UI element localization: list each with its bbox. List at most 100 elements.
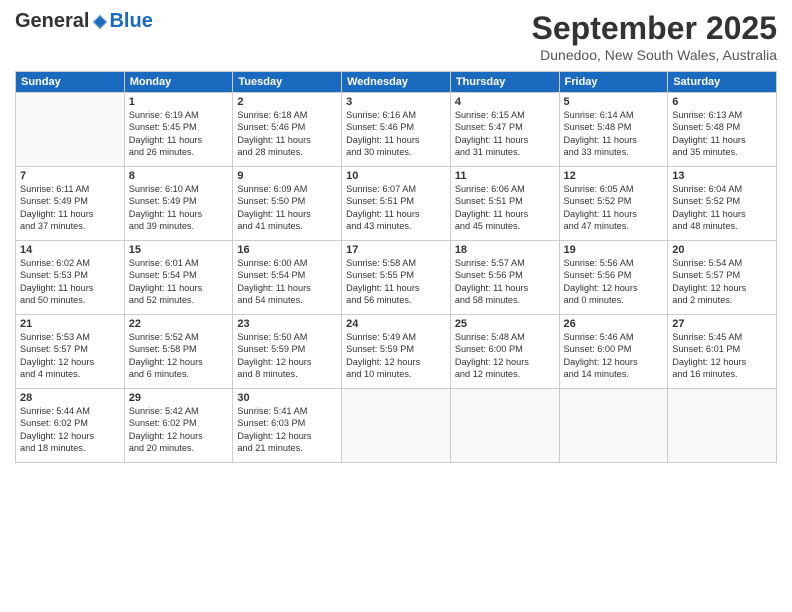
- day-number: 9: [237, 170, 337, 182]
- calendar-cell: 4Sunrise: 6:15 AM Sunset: 5:47 PM Daylig…: [450, 93, 559, 167]
- calendar-cell: 18Sunrise: 5:57 AM Sunset: 5:56 PM Dayli…: [450, 241, 559, 315]
- week-row-5: 28Sunrise: 5:44 AM Sunset: 6:02 PM Dayli…: [16, 389, 777, 463]
- day-info: Sunrise: 6:01 AM Sunset: 5:54 PM Dayligh…: [129, 257, 229, 307]
- calendar-cell: 12Sunrise: 6:05 AM Sunset: 5:52 PM Dayli…: [559, 167, 668, 241]
- calendar-cell: 2Sunrise: 6:18 AM Sunset: 5:46 PM Daylig…: [233, 93, 342, 167]
- day-number: 2: [237, 96, 337, 108]
- week-row-2: 7Sunrise: 6:11 AM Sunset: 5:49 PM Daylig…: [16, 167, 777, 241]
- calendar-cell: 5Sunrise: 6:14 AM Sunset: 5:48 PM Daylig…: [559, 93, 668, 167]
- day-number: 27: [672, 318, 772, 330]
- day-info: Sunrise: 5:52 AM Sunset: 5:58 PM Dayligh…: [129, 331, 229, 381]
- day-info: Sunrise: 6:10 AM Sunset: 5:49 PM Dayligh…: [129, 183, 229, 233]
- calendar-cell: 13Sunrise: 6:04 AM Sunset: 5:52 PM Dayli…: [668, 167, 777, 241]
- logo-general: General: [15, 10, 89, 33]
- day-info: Sunrise: 5:54 AM Sunset: 5:57 PM Dayligh…: [672, 257, 772, 307]
- day-info: Sunrise: 6:15 AM Sunset: 5:47 PM Dayligh…: [455, 109, 555, 159]
- day-info: Sunrise: 6:05 AM Sunset: 5:52 PM Dayligh…: [564, 183, 664, 233]
- day-info: Sunrise: 6:04 AM Sunset: 5:52 PM Dayligh…: [672, 183, 772, 233]
- calendar-cell: [450, 389, 559, 463]
- day-number: 20: [672, 244, 772, 256]
- day-info: Sunrise: 5:58 AM Sunset: 5:55 PM Dayligh…: [346, 257, 446, 307]
- calendar-cell: 26Sunrise: 5:46 AM Sunset: 6:00 PM Dayli…: [559, 315, 668, 389]
- calendar-cell: 1Sunrise: 6:19 AM Sunset: 5:45 PM Daylig…: [124, 93, 233, 167]
- day-number: 28: [20, 392, 120, 404]
- weekday-tuesday: Tuesday: [233, 72, 342, 93]
- calendar-cell: 28Sunrise: 5:44 AM Sunset: 6:02 PM Dayli…: [16, 389, 125, 463]
- week-row-1: 1Sunrise: 6:19 AM Sunset: 5:45 PM Daylig…: [16, 93, 777, 167]
- day-info: Sunrise: 5:49 AM Sunset: 5:59 PM Dayligh…: [346, 331, 446, 381]
- day-info: Sunrise: 5:44 AM Sunset: 6:02 PM Dayligh…: [20, 405, 120, 455]
- day-number: 22: [129, 318, 229, 330]
- weekday-saturday: Saturday: [668, 72, 777, 93]
- calendar: SundayMondayTuesdayWednesdayThursdayFrid…: [15, 71, 777, 463]
- calendar-cell: 15Sunrise: 6:01 AM Sunset: 5:54 PM Dayli…: [124, 241, 233, 315]
- logo-icon: [91, 13, 109, 31]
- day-info: Sunrise: 5:50 AM Sunset: 5:59 PM Dayligh…: [237, 331, 337, 381]
- calendar-cell: 6Sunrise: 6:13 AM Sunset: 5:48 PM Daylig…: [668, 93, 777, 167]
- day-number: 10: [346, 170, 446, 182]
- calendar-cell: 19Sunrise: 5:56 AM Sunset: 5:56 PM Dayli…: [559, 241, 668, 315]
- calendar-cell: 8Sunrise: 6:10 AM Sunset: 5:49 PM Daylig…: [124, 167, 233, 241]
- day-number: 17: [346, 244, 446, 256]
- calendar-cell: 27Sunrise: 5:45 AM Sunset: 6:01 PM Dayli…: [668, 315, 777, 389]
- title-block: September 2025 Dunedoo, New South Wales,…: [532, 10, 777, 63]
- day-number: 18: [455, 244, 555, 256]
- day-info: Sunrise: 6:09 AM Sunset: 5:50 PM Dayligh…: [237, 183, 337, 233]
- header: General Blue September 2025 Dunedoo, New…: [15, 10, 777, 63]
- calendar-cell: 25Sunrise: 5:48 AM Sunset: 6:00 PM Dayli…: [450, 315, 559, 389]
- weekday-thursday: Thursday: [450, 72, 559, 93]
- weekday-header-row: SundayMondayTuesdayWednesdayThursdayFrid…: [16, 72, 777, 93]
- calendar-cell: 9Sunrise: 6:09 AM Sunset: 5:50 PM Daylig…: [233, 167, 342, 241]
- day-info: Sunrise: 5:45 AM Sunset: 6:01 PM Dayligh…: [672, 331, 772, 381]
- day-number: 23: [237, 318, 337, 330]
- day-number: 3: [346, 96, 446, 108]
- day-info: Sunrise: 5:57 AM Sunset: 5:56 PM Dayligh…: [455, 257, 555, 307]
- day-info: Sunrise: 6:06 AM Sunset: 5:51 PM Dayligh…: [455, 183, 555, 233]
- day-info: Sunrise: 6:16 AM Sunset: 5:46 PM Dayligh…: [346, 109, 446, 159]
- calendar-cell: 20Sunrise: 5:54 AM Sunset: 5:57 PM Dayli…: [668, 241, 777, 315]
- day-info: Sunrise: 6:13 AM Sunset: 5:48 PM Dayligh…: [672, 109, 772, 159]
- day-number: 21: [20, 318, 120, 330]
- calendar-cell: [342, 389, 451, 463]
- day-info: Sunrise: 6:19 AM Sunset: 5:45 PM Dayligh…: [129, 109, 229, 159]
- day-number: 29: [129, 392, 229, 404]
- calendar-cell: [559, 389, 668, 463]
- day-number: 11: [455, 170, 555, 182]
- day-info: Sunrise: 6:00 AM Sunset: 5:54 PM Dayligh…: [237, 257, 337, 307]
- day-info: Sunrise: 6:11 AM Sunset: 5:49 PM Dayligh…: [20, 183, 120, 233]
- calendar-cell: 3Sunrise: 6:16 AM Sunset: 5:46 PM Daylig…: [342, 93, 451, 167]
- weekday-monday: Monday: [124, 72, 233, 93]
- day-info: Sunrise: 5:48 AM Sunset: 6:00 PM Dayligh…: [455, 331, 555, 381]
- day-number: 16: [237, 244, 337, 256]
- location-subtitle: Dunedoo, New South Wales, Australia: [532, 47, 777, 63]
- calendar-cell: [16, 93, 125, 167]
- page: General Blue September 2025 Dunedoo, New…: [0, 0, 792, 612]
- calendar-cell: [668, 389, 777, 463]
- day-info: Sunrise: 6:14 AM Sunset: 5:48 PM Dayligh…: [564, 109, 664, 159]
- day-number: 19: [564, 244, 664, 256]
- weekday-sunday: Sunday: [16, 72, 125, 93]
- day-info: Sunrise: 6:18 AM Sunset: 5:46 PM Dayligh…: [237, 109, 337, 159]
- calendar-cell: 23Sunrise: 5:50 AM Sunset: 5:59 PM Dayli…: [233, 315, 342, 389]
- day-number: 8: [129, 170, 229, 182]
- day-number: 1: [129, 96, 229, 108]
- day-info: Sunrise: 5:41 AM Sunset: 6:03 PM Dayligh…: [237, 405, 337, 455]
- calendar-cell: 22Sunrise: 5:52 AM Sunset: 5:58 PM Dayli…: [124, 315, 233, 389]
- calendar-cell: 24Sunrise: 5:49 AM Sunset: 5:59 PM Dayli…: [342, 315, 451, 389]
- day-number: 13: [672, 170, 772, 182]
- day-number: 7: [20, 170, 120, 182]
- day-info: Sunrise: 6:02 AM Sunset: 5:53 PM Dayligh…: [20, 257, 120, 307]
- calendar-cell: 7Sunrise: 6:11 AM Sunset: 5:49 PM Daylig…: [16, 167, 125, 241]
- week-row-3: 14Sunrise: 6:02 AM Sunset: 5:53 PM Dayli…: [16, 241, 777, 315]
- day-number: 15: [129, 244, 229, 256]
- day-number: 24: [346, 318, 446, 330]
- calendar-cell: 11Sunrise: 6:06 AM Sunset: 5:51 PM Dayli…: [450, 167, 559, 241]
- month-title: September 2025: [532, 10, 777, 47]
- day-info: Sunrise: 6:07 AM Sunset: 5:51 PM Dayligh…: [346, 183, 446, 233]
- calendar-cell: 14Sunrise: 6:02 AM Sunset: 5:53 PM Dayli…: [16, 241, 125, 315]
- day-number: 4: [455, 96, 555, 108]
- calendar-cell: 21Sunrise: 5:53 AM Sunset: 5:57 PM Dayli…: [16, 315, 125, 389]
- day-number: 12: [564, 170, 664, 182]
- logo-text: General Blue: [15, 10, 153, 33]
- calendar-cell: 16Sunrise: 6:00 AM Sunset: 5:54 PM Dayli…: [233, 241, 342, 315]
